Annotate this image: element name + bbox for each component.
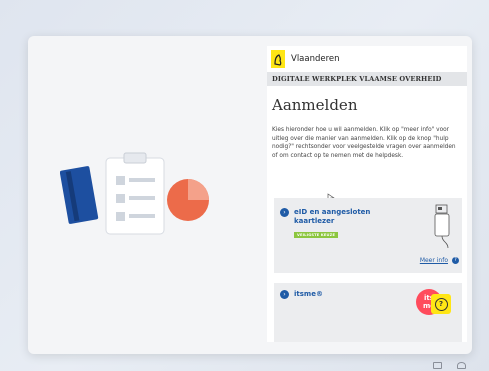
vlaanderen-lion-icon [271, 50, 285, 68]
help-needed-button[interactable]: ? [431, 294, 451, 314]
portal-title: DIGITALE WERKPLEK VLAAMSE OVERHEID [267, 72, 467, 86]
help-circle-icon[interactable]: ? [452, 257, 459, 264]
clipboard-icon [105, 152, 165, 235]
safest-choice-badge: VEILIGSTE KEUZE [294, 232, 339, 238]
card-reader-icon [434, 204, 450, 249]
notebook-icon [60, 166, 99, 224]
eid-title-line1: eID en aangesloten [294, 208, 371, 216]
chevron-right-icon: › [280, 290, 289, 299]
chevron-right-icon: › [280, 208, 289, 217]
more-info-link[interactable]: Meer info [420, 257, 448, 264]
eid-option-title: eID en aangesloten kaartlezer [294, 208, 370, 226]
question-mark-icon: ? [434, 297, 448, 311]
eid-title-line2: kaartlezer [294, 217, 335, 225]
page-title: Aanmelden [272, 96, 358, 114]
pie-chart-icon [167, 179, 209, 221]
topbar: Vlaanderen [267, 46, 467, 72]
instructions-text: Kies hieronder hoe u wil aanmelden. Klik… [272, 127, 456, 159]
eid-login-option[interactable]: › eID en aangesloten kaartlezer VEILIGST… [274, 198, 462, 273]
brand-name: Vlaanderen [291, 54, 340, 64]
accessibility-icon[interactable] [457, 362, 466, 369]
login-illustration [60, 152, 209, 235]
itsme-option-title: itsme® [294, 290, 323, 298]
keyboard-icon[interactable] [433, 362, 442, 369]
